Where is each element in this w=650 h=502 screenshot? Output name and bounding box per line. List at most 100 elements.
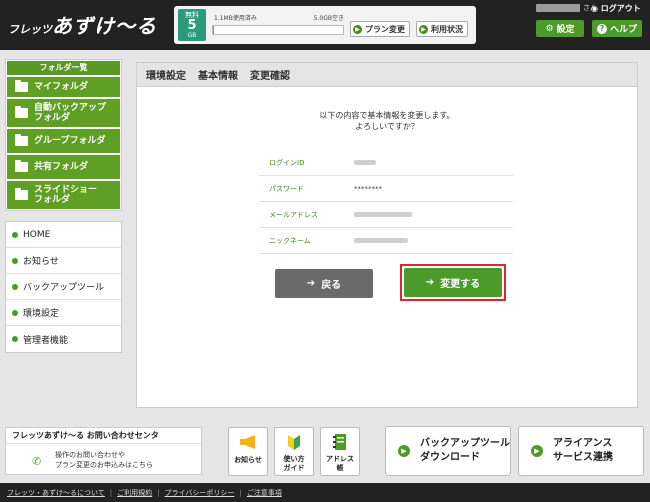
help-label: ヘルプ	[609, 25, 637, 35]
plan-change-button[interactable]: ▶ プラン変更	[350, 21, 410, 37]
breadcrumb: 環境設定 基本情報 変更確認	[137, 63, 637, 87]
folder-my[interactable]: マイフォルダ	[7, 77, 120, 97]
folder-icon	[15, 160, 28, 172]
nav-label: 管理者機能	[23, 335, 69, 346]
plan-unit: GB	[187, 32, 197, 39]
folder-label: 自動バックアップ フォルダ	[34, 103, 107, 123]
folder-label: スライドショー フォルダ	[34, 185, 98, 205]
folder-auto-backup[interactable]: 自動バックアップ フォルダ	[7, 99, 120, 127]
help-button[interactable]: ? ヘルプ	[592, 20, 642, 37]
footer-link-terms[interactable]: ご利用規約	[117, 488, 152, 498]
field-label: ニックネーム	[269, 236, 311, 245]
storage-panel: 無料 5 GB 1.1MB使用済み 5.0GB空き ▶ プラン変更 ▶ 利用状況	[174, 6, 476, 44]
settings-button[interactable]: ⚙ 設定	[536, 20, 584, 37]
back-button[interactable]: ➔ 戻る	[275, 269, 373, 298]
bullet-icon	[12, 283, 18, 290]
footer-bar: フレッツ・あずけ〜るについて | ご利用規約 | プライバシーポリシー | ご注…	[0, 483, 650, 502]
main-panel: 環境設定 基本情報 変更確認 以下の内容で基本情報を変更します。 よろしいですか…	[136, 62, 638, 408]
confirm-line2: よろしいですか？	[355, 122, 419, 131]
app-logo[interactable]: フレッツあずけ〜る	[8, 10, 157, 39]
contact-panel[interactable]: フレッツあずけ〜る お問い合わせセンタ ✆ 操作のお問い合わせや プラン変更のお…	[5, 427, 202, 475]
submit-label: 変更する	[440, 279, 481, 290]
folder-icon	[15, 188, 28, 200]
nav-label: バックアップツール	[23, 283, 105, 293]
arrow-right-icon: ▶	[531, 445, 543, 457]
logo-big-text: あずけ〜る	[52, 14, 157, 38]
plan-badge: 無料 5 GB	[178, 9, 206, 41]
usage-bar	[212, 25, 344, 35]
bullet-icon	[12, 231, 18, 238]
address-book-icon	[333, 434, 346, 450]
field-value: ********	[354, 184, 382, 193]
field-value	[354, 211, 412, 219]
folder-group[interactable]: グループフォルダ	[7, 129, 120, 153]
separator: |	[239, 488, 242, 497]
confirm-line1: 以下の内容で基本情報を変更します。	[319, 111, 455, 120]
backup-tool-download-button[interactable]: ▶ バックアップツール ダウンロード	[385, 426, 511, 476]
folder-icon	[15, 106, 28, 118]
field-row-login-id: ログインID	[259, 150, 513, 176]
footer-link-privacy[interactable]: プライバシーポリシー	[165, 488, 235, 498]
footer-link-about[interactable]: フレッツ・あずけ〜るについて	[7, 488, 105, 498]
tile-address-book[interactable]: アドレス 帳	[320, 427, 360, 476]
usage-free-text: 5.0GB空き	[313, 15, 344, 22]
nav-panel: HOME お知らせ バックアップツール 環境設定 管理者機能	[5, 221, 122, 353]
phone-icon: ✆	[32, 455, 42, 468]
field-row-email: メールアドレス	[259, 202, 513, 228]
redacted-value	[354, 237, 408, 243]
folder-label: マイフォルダ	[34, 82, 89, 92]
confirm-message: 以下の内容で基本情報を変更します。 よろしいですか？	[137, 110, 637, 132]
folder-label: グループフォルダ	[34, 136, 106, 146]
megaphone-icon	[240, 435, 255, 449]
question-icon: ?	[596, 23, 607, 34]
tile-guide[interactable]: 使い方 ガイド	[274, 427, 314, 476]
field-row-nickname: ニックネーム	[259, 228, 513, 254]
nav-settings[interactable]: 環境設定	[6, 300, 121, 326]
contact-line1: 操作のお問い合わせや	[55, 451, 125, 459]
breadcrumb-item: 環境設定	[146, 71, 186, 82]
arrow-right-icon: ➔	[425, 277, 435, 288]
nav-label: お知らせ	[23, 257, 59, 267]
arrow-right-icon: ▶	[353, 24, 362, 34]
user-name	[536, 4, 580, 12]
gear-icon: ⚙	[545, 23, 554, 34]
folder-icon	[15, 134, 28, 146]
sidebar: フォルダ一覧 マイフォルダ 自動バックアップ フォルダ グループフォルダ 共有フ…	[5, 59, 122, 353]
arrow-left-icon: ➔	[306, 278, 316, 289]
field-row-password: パスワード ********	[259, 176, 513, 202]
folder-label: 共有フォルダ	[34, 162, 89, 172]
contact-title: フレッツあずけ〜る お問い合わせセンタ	[6, 428, 201, 444]
field-value	[354, 237, 408, 245]
logo-small-text: フレッツ	[8, 23, 52, 36]
footer-link-notes[interactable]: ご注意事項	[247, 488, 282, 498]
redacted-value	[354, 211, 412, 217]
button-label: バックアップツール ダウンロード	[420, 438, 510, 463]
nav-home[interactable]: HOME	[6, 222, 121, 248]
field-label: ログインID	[269, 158, 305, 167]
logout-link[interactable]: ◉ ログアウト	[591, 3, 641, 14]
folder-slideshow[interactable]: スライドショー フォルダ	[7, 181, 120, 209]
folder-list-title: フォルダ一覧	[7, 61, 120, 75]
nav-label: 環境設定	[23, 309, 60, 319]
nav-backup-tool[interactable]: バックアップツール	[6, 274, 121, 300]
beginner-mark-icon	[288, 435, 300, 450]
alliance-service-button[interactable]: ▶ アライアンス サービス連携	[518, 426, 644, 476]
usage-status-button[interactable]: ▶ 利用状況	[416, 21, 468, 37]
field-label: パスワード	[269, 184, 304, 193]
submit-change-button[interactable]: ➔ 変更する	[404, 268, 502, 297]
bullet-icon	[12, 336, 18, 342]
tile-news[interactable]: お知らせ	[228, 427, 268, 476]
separator: |	[109, 488, 113, 497]
field-value	[354, 159, 376, 167]
folder-icon	[15, 80, 28, 92]
contact-text: 操作のお問い合わせや プラン変更のお申込みはこちら	[55, 450, 153, 470]
tile-label: お知らせ	[234, 456, 262, 464]
folder-shared[interactable]: 共有フォルダ	[7, 155, 120, 179]
plan-size: 5	[187, 18, 197, 33]
arrow-right-icon: ▶	[419, 24, 428, 34]
arrow-right-icon: ▶	[398, 445, 410, 457]
settings-label: 設定	[556, 25, 575, 35]
nav-news[interactable]: お知らせ	[6, 248, 121, 274]
nav-admin[interactable]: 管理者機能	[6, 326, 121, 352]
back-label: 戻る	[321, 280, 342, 291]
